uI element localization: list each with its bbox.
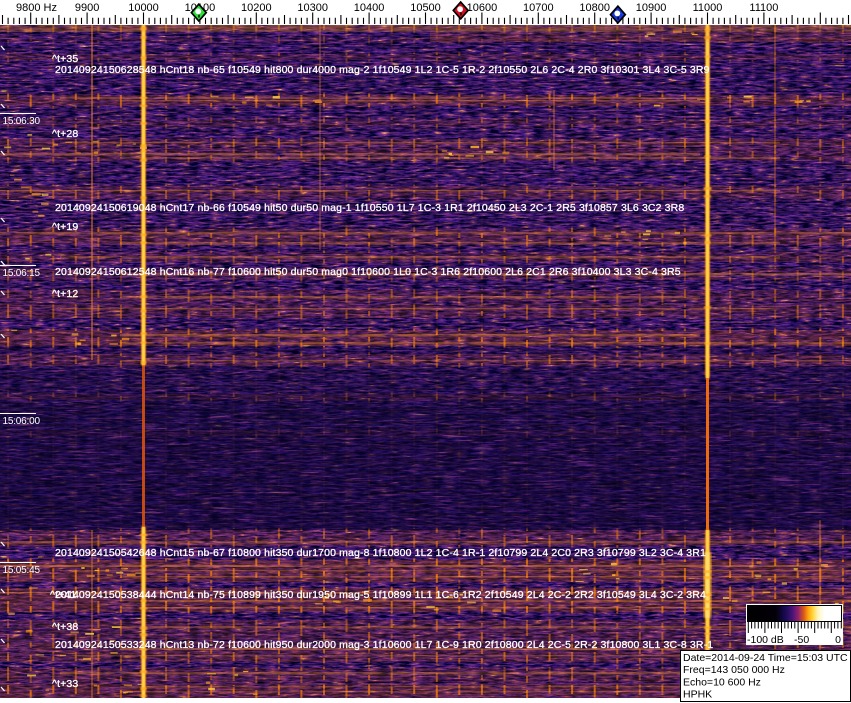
svg-text:15:06:15: 15:06:15 (3, 268, 41, 279)
svg-text:10300: 10300 (297, 2, 328, 14)
svg-text:10500: 10500 (410, 2, 441, 14)
svg-text:10000: 10000 (128, 2, 159, 14)
svg-text:9900: 9900 (75, 2, 99, 14)
svg-text:-100 dB: -100 dB (747, 634, 784, 646)
svg-text:15:05:45: 15:05:45 (3, 565, 41, 576)
svg-text:0: 0 (835, 634, 841, 646)
svg-text:9800 Hz: 9800 Hz (16, 2, 57, 14)
svg-text:10600: 10600 (467, 2, 498, 14)
svg-text:10200: 10200 (241, 2, 272, 14)
svg-text:-50: -50 (794, 634, 809, 646)
svg-text:Date=2014-09-24 Time=15:03 UTC: Date=2014-09-24 Time=15:03 UTC (683, 652, 848, 664)
svg-text:10700: 10700 (523, 2, 554, 14)
svg-text:Freq=143 050 000 Hz: Freq=143 050 000 Hz (683, 664, 785, 676)
svg-text:HPHK: HPHK (683, 689, 712, 701)
svg-text:11100: 11100 (749, 2, 778, 14)
svg-text:Echo=10 600 Hz: Echo=10 600 Hz (683, 676, 761, 688)
svg-text:15:06:30: 15:06:30 (3, 116, 41, 127)
svg-text:10900: 10900 (636, 2, 667, 14)
svg-text:10400: 10400 (354, 2, 385, 14)
svg-text:15:06:00: 15:06:00 (3, 416, 41, 427)
svg-text:11000: 11000 (693, 2, 723, 14)
svg-text:10800: 10800 (579, 2, 610, 14)
